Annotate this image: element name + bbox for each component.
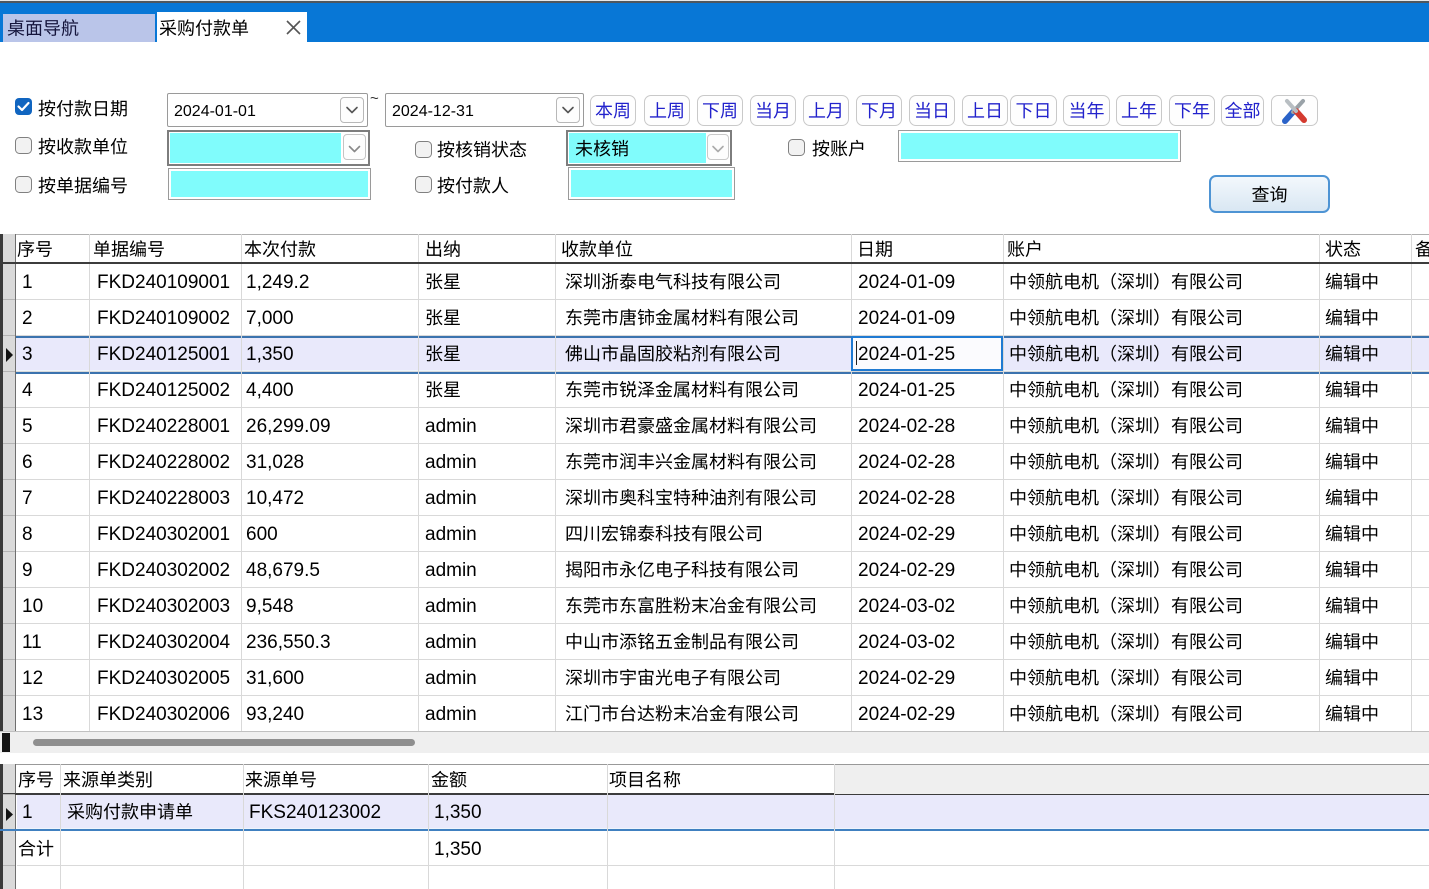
svg-text:FKD240125001: FKD240125001: [97, 344, 230, 365]
svg-text:2024-01-09: 2024-01-09: [858, 308, 955, 329]
svg-text:11: 11: [22, 632, 42, 653]
svg-text:93,240: 93,240: [246, 704, 304, 725]
svg-text:1,350: 1,350: [434, 839, 482, 860]
svg-text:2024-01-01: 2024-01-01: [174, 103, 256, 120]
svg-text:2024-02-28: 2024-02-28: [858, 452, 955, 473]
svg-text:FKD240228003: FKD240228003: [97, 488, 230, 509]
svg-text:FKD240228002: FKD240228002: [97, 452, 230, 473]
svg-text:31,028: 31,028: [246, 452, 304, 473]
svg-text:1,350: 1,350: [246, 344, 294, 365]
svg-text:1: 1: [22, 272, 33, 293]
svg-text:2024-02-29: 2024-02-29: [858, 524, 955, 545]
svg-text:FKD240302004: FKD240302004: [97, 632, 231, 653]
svg-text:admin: admin: [425, 488, 477, 509]
svg-text:12: 12: [22, 668, 43, 689]
svg-text:48,679.5: 48,679.5: [246, 560, 320, 581]
svg-text:admin: admin: [425, 416, 477, 437]
svg-text:600: 600: [246, 524, 278, 545]
svg-text:FKD240302006: FKD240302006: [97, 704, 230, 725]
svg-text:2024-02-28: 2024-02-28: [858, 488, 955, 509]
svg-text:26,299.09: 26,299.09: [246, 416, 331, 437]
svg-text:1,249.2: 1,249.2: [246, 272, 309, 293]
svg-text:admin: admin: [425, 452, 477, 473]
svg-text:admin: admin: [425, 524, 477, 545]
svg-text:2024-01-25: 2024-01-25: [858, 380, 955, 401]
svg-text:FKD240109001: FKD240109001: [97, 272, 230, 293]
svg-text:2024-02-29: 2024-02-29: [858, 704, 955, 725]
svg-text:10: 10: [22, 596, 43, 617]
svg-text:7,000: 7,000: [246, 308, 294, 329]
svg-text:3: 3: [22, 344, 33, 365]
svg-text:admin: admin: [425, 596, 477, 617]
svg-text:2024-03-02: 2024-03-02: [858, 596, 955, 617]
svg-text:7: 7: [22, 488, 33, 509]
svg-text:admin: admin: [425, 668, 477, 689]
svg-text:8: 8: [22, 524, 33, 545]
svg-text:~: ~: [370, 90, 379, 107]
svg-text:FKS240123002: FKS240123002: [249, 802, 381, 823]
svg-text:admin: admin: [425, 704, 477, 725]
svg-text:2: 2: [22, 308, 33, 329]
svg-text:2024-12-31: 2024-12-31: [392, 103, 474, 120]
svg-text:13: 13: [22, 704, 43, 725]
svg-text:236,550.3: 236,550.3: [246, 632, 331, 653]
svg-text:FKD240302005: FKD240302005: [97, 668, 230, 689]
svg-text:FKD240109002: FKD240109002: [97, 308, 230, 329]
svg-text:4,400: 4,400: [246, 380, 294, 401]
svg-text:9: 9: [22, 560, 33, 581]
svg-text:FKD240302003: FKD240302003: [97, 596, 230, 617]
svg-text:FKD240302001: FKD240302001: [97, 524, 230, 545]
svg-text:2024-02-29: 2024-02-29: [858, 560, 955, 581]
svg-text:31,600: 31,600: [246, 668, 304, 689]
svg-text:2024-01-09: 2024-01-09: [858, 272, 955, 293]
svg-text:9,548: 9,548: [246, 596, 294, 617]
svg-text:4: 4: [22, 380, 33, 401]
svg-text:10,472: 10,472: [246, 488, 304, 509]
svg-text:5: 5: [22, 416, 33, 437]
svg-text:2024-02-28: 2024-02-28: [858, 416, 955, 437]
svg-text:6: 6: [22, 452, 33, 473]
svg-text:FKD240125002: FKD240125002: [97, 380, 230, 401]
svg-text:FKD240302002: FKD240302002: [97, 560, 230, 581]
svg-text:FKD240228001: FKD240228001: [97, 416, 230, 437]
svg-text:2024-01-25: 2024-01-25: [858, 344, 955, 365]
svg-text:admin: admin: [425, 632, 477, 653]
svg-text:1,350: 1,350: [434, 802, 482, 823]
svg-text:2024-02-29: 2024-02-29: [858, 668, 955, 689]
svg-text:admin: admin: [425, 560, 477, 581]
svg-text:2024-03-02: 2024-03-02: [858, 632, 955, 653]
svg-text:1: 1: [22, 802, 33, 823]
